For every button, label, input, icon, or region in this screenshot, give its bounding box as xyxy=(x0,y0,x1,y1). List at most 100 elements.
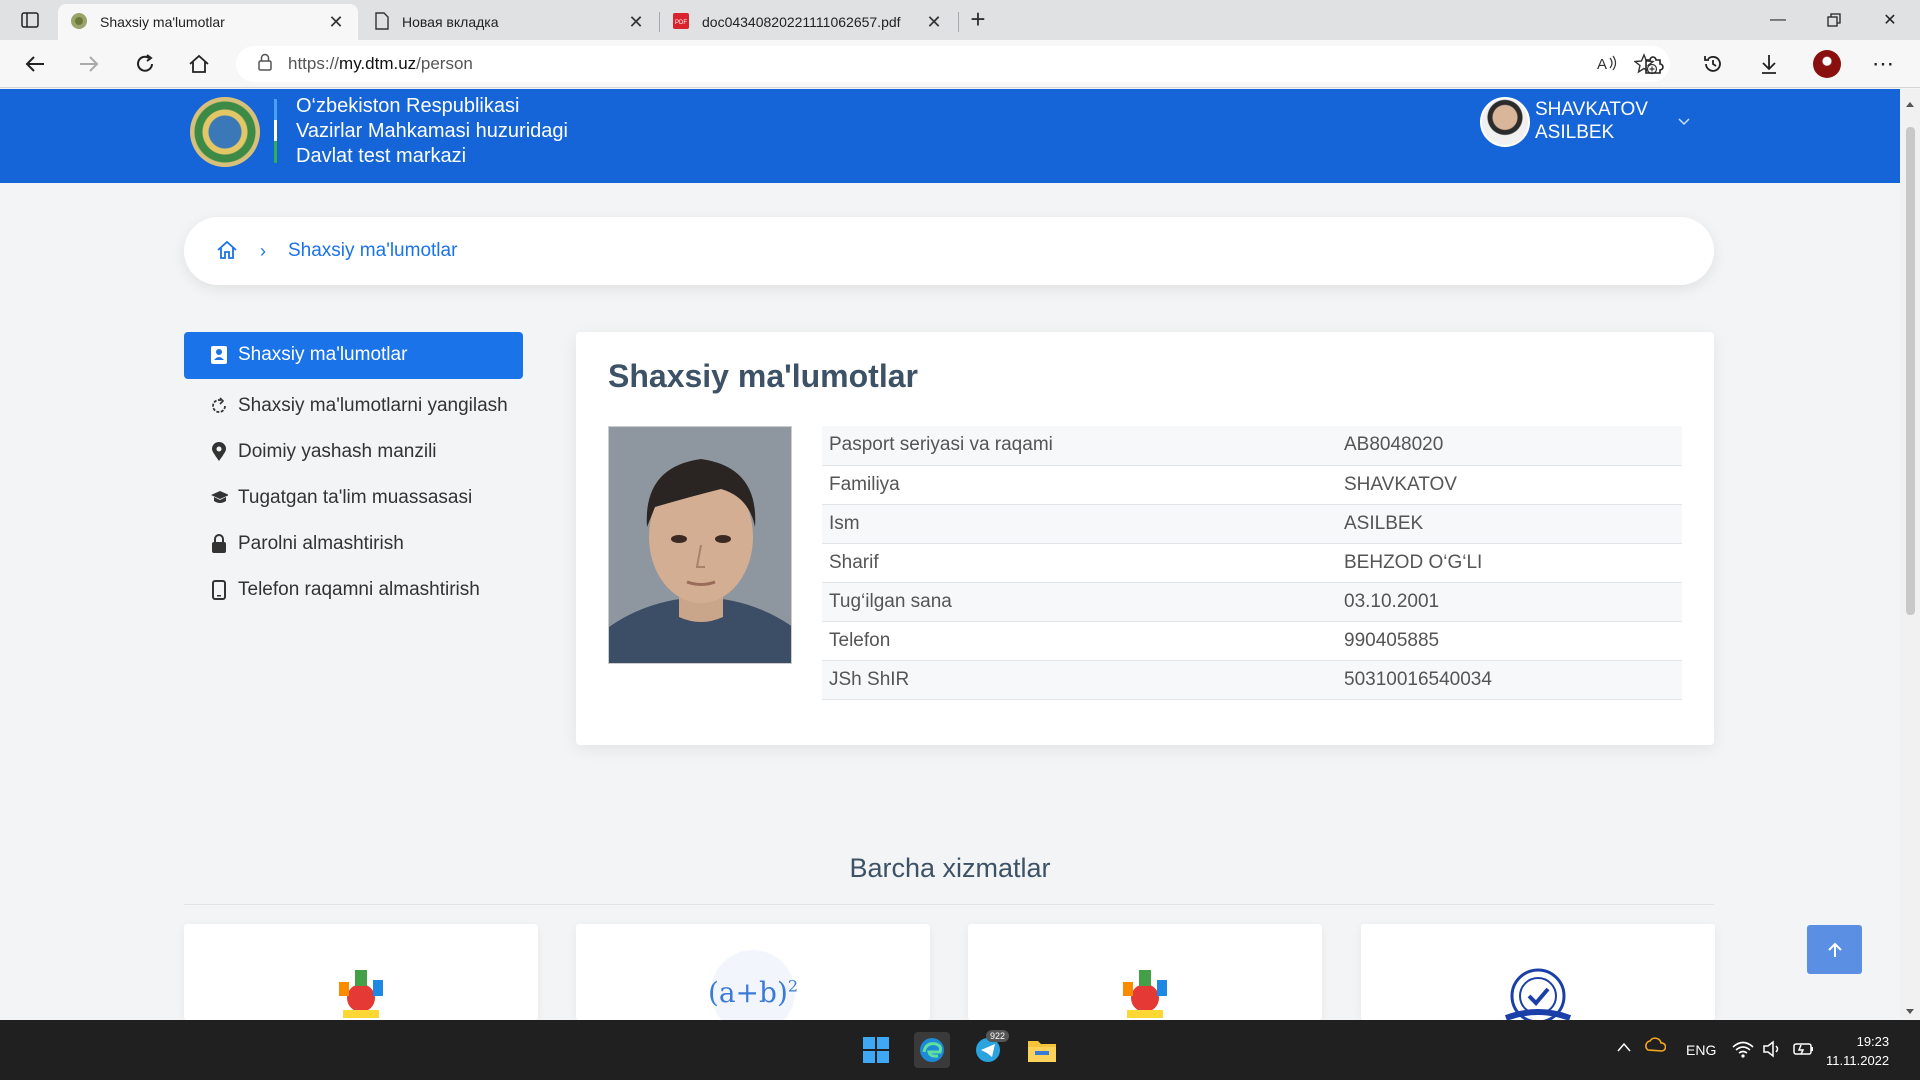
url-text: https://my.dtm.uz/person xyxy=(288,54,473,73)
breadcrumb-current[interactable]: Shaxsiy ma'lumotlar xyxy=(288,240,457,262)
home-button[interactable] xyxy=(182,48,216,80)
tab-title: doc04340820221111062657.pdf xyxy=(702,14,901,30)
browser-tab-active[interactable]: Shaxsiy ma'lumotlar ✕ xyxy=(58,4,358,40)
service-card[interactable] xyxy=(968,924,1322,1020)
phone-icon xyxy=(210,577,228,603)
page-icon xyxy=(374,11,390,33)
notification-badge: 922 xyxy=(986,1030,1010,1042)
scroll-to-top-button[interactable] xyxy=(1807,925,1862,974)
chevron-down-icon[interactable] xyxy=(1676,113,1692,129)
row-label: Familiya xyxy=(822,465,1337,505)
sidebar-item-update-info[interactable]: Shaxsiy ma'lumotlarni yangilash xyxy=(184,383,523,429)
services-title: Barcha xizmatlar xyxy=(849,853,1051,883)
scrollbar-thumb[interactable] xyxy=(1906,127,1915,615)
organization-name[interactable]: O‘zbekiston Respublikasi Vazirlar Mahkam… xyxy=(296,94,568,169)
downloads-icon[interactable] xyxy=(1752,48,1786,80)
school-supplies-icon xyxy=(329,962,393,1020)
new-tab-button[interactable]: + xyxy=(964,6,992,34)
table-row: Pasport seriyasi va raqami AB8048020 xyxy=(822,426,1682,466)
row-label: Ism xyxy=(822,504,1337,544)
state-emblem-logo[interactable] xyxy=(190,97,260,167)
table-row: Ism ASILBEK xyxy=(822,504,1682,544)
sidebar-item-change-phone[interactable]: Telefon raqamni almashtirish xyxy=(184,567,523,613)
read-aloud-icon[interactable]: A xyxy=(1596,54,1618,79)
table-row: Sharif BEHZOD O‘G‘LI xyxy=(822,543,1682,583)
table-row: Telefon 990405885 xyxy=(822,621,1682,661)
svg-text:A: A xyxy=(1597,56,1607,73)
row-value: BEHZOD O‘G‘LI xyxy=(1337,543,1682,583)
refresh-icon xyxy=(210,393,228,419)
row-value: 50310016540034 xyxy=(1337,660,1682,700)
profile-photo xyxy=(608,426,792,664)
more-menu-icon[interactable]: ⋯ xyxy=(1866,48,1900,80)
map-pin-icon xyxy=(210,439,228,465)
history-icon[interactable] xyxy=(1696,48,1730,80)
page-scrollbar[interactable] xyxy=(1900,89,1920,1019)
tray-expand-icon[interactable] xyxy=(1616,1040,1632,1058)
row-label: Telefon xyxy=(822,621,1337,661)
refresh-button[interactable] xyxy=(128,48,162,80)
forward-button[interactable] xyxy=(72,48,106,80)
restore-button[interactable] xyxy=(1806,0,1862,40)
math-formula-icon: (a+b)2 xyxy=(708,950,798,1020)
system-clock[interactable]: 19:23 11.11.2022 xyxy=(1826,1032,1889,1070)
windows-start-icon[interactable] xyxy=(858,1032,894,1068)
minimize-button[interactable]: — xyxy=(1750,0,1806,40)
site-header: O‘zbekiston Respublikasi Vazirlar Mahkam… xyxy=(0,89,1900,183)
address-field[interactable]: https://my.dtm.uz/person A xyxy=(236,46,1670,82)
extensions-icon[interactable] xyxy=(1636,48,1670,80)
scroll-down-arrow-icon[interactable] xyxy=(1905,1003,1915,1021)
sidebar-item-change-password[interactable]: Parolni almashtirish xyxy=(184,521,523,567)
lock-icon[interactable] xyxy=(258,53,272,76)
file-explorer-icon[interactable] xyxy=(1024,1032,1060,1068)
graduation-cap-icon xyxy=(210,485,228,511)
service-card[interactable] xyxy=(184,924,538,1020)
user-card-icon xyxy=(210,342,228,368)
windows-taskbar: 922 ENG 19:23 11.11.2022 xyxy=(0,1020,1920,1080)
row-value: AB8048020 xyxy=(1337,426,1682,466)
center-seal-icon xyxy=(1498,962,1578,1020)
user-avatar[interactable] xyxy=(1480,97,1530,147)
tab-title: Shaxsiy ma'lumotlar xyxy=(100,14,225,30)
service-card[interactable]: (a+b)2 xyxy=(576,924,930,1020)
tab-actions-icon[interactable] xyxy=(14,8,46,32)
close-window-button[interactable]: ✕ xyxy=(1862,0,1918,40)
browser-tab[interactable]: Новая вкладка ✕ xyxy=(362,4,658,40)
wifi-icon[interactable] xyxy=(1732,1040,1754,1063)
close-tab-icon[interactable]: ✕ xyxy=(924,12,944,32)
row-label: Pasport seriyasi va raqami xyxy=(822,426,1337,466)
volume-icon[interactable] xyxy=(1762,1040,1782,1063)
profile-button[interactable] xyxy=(1810,48,1844,80)
row-label: JSh ShIR xyxy=(822,660,1337,700)
sidebar-item-education[interactable]: Tugatgan ta'lim muassasasi xyxy=(184,475,523,521)
onedrive-sync-icon[interactable] xyxy=(1644,1036,1667,1061)
scroll-up-arrow-icon[interactable] xyxy=(1905,95,1915,113)
svg-text:PDF: PDF xyxy=(675,20,687,26)
lock-icon xyxy=(210,531,228,557)
table-row: JSh ShIR 50310016540034 xyxy=(822,660,1682,700)
flag-divider xyxy=(274,99,277,163)
sidebar-item-personal-info[interactable]: Shaxsiy ma'lumotlar xyxy=(184,332,523,379)
personal-info-card: Shaxsiy ma'lumotlar Pasport seriyasi va … xyxy=(576,332,1714,745)
row-value: 990405885 xyxy=(1337,621,1682,661)
battery-icon[interactable] xyxy=(1792,1040,1816,1063)
personal-info-table: Pasport seriyasi va raqami AB8048020 Fam… xyxy=(822,426,1682,700)
school-supplies-icon xyxy=(1113,962,1177,1020)
browser-tab[interactable]: PDF doc04340820221111062657.pdf ✕ xyxy=(660,4,956,40)
close-tab-icon[interactable]: ✕ xyxy=(626,12,646,32)
table-row: Tug‘ilgan sana 03.10.2001 xyxy=(822,582,1682,622)
back-button[interactable] xyxy=(18,48,52,80)
browser-address-bar: https://my.dtm.uz/person A ⋯ xyxy=(0,40,1920,88)
close-tab-icon[interactable]: ✕ xyxy=(326,12,346,32)
section-divider xyxy=(184,904,1714,905)
pdf-icon: PDF xyxy=(672,12,690,33)
service-card[interactable] xyxy=(1361,924,1715,1020)
sidebar-menu: Shaxsiy ma'lumotlar Shaxsiy ma'lumotlarn… xyxy=(184,332,523,613)
user-name[interactable]: SHAVKATOV ASILBEK xyxy=(1535,98,1648,144)
home-icon[interactable] xyxy=(216,239,240,263)
sidebar-item-address[interactable]: Doimiy yashash manzili xyxy=(184,429,523,475)
edge-browser-icon[interactable] xyxy=(914,1032,950,1068)
language-indicator[interactable]: ENG xyxy=(1686,1042,1716,1058)
profile-avatar xyxy=(1813,50,1841,78)
row-value: 03.10.2001 xyxy=(1337,582,1682,622)
